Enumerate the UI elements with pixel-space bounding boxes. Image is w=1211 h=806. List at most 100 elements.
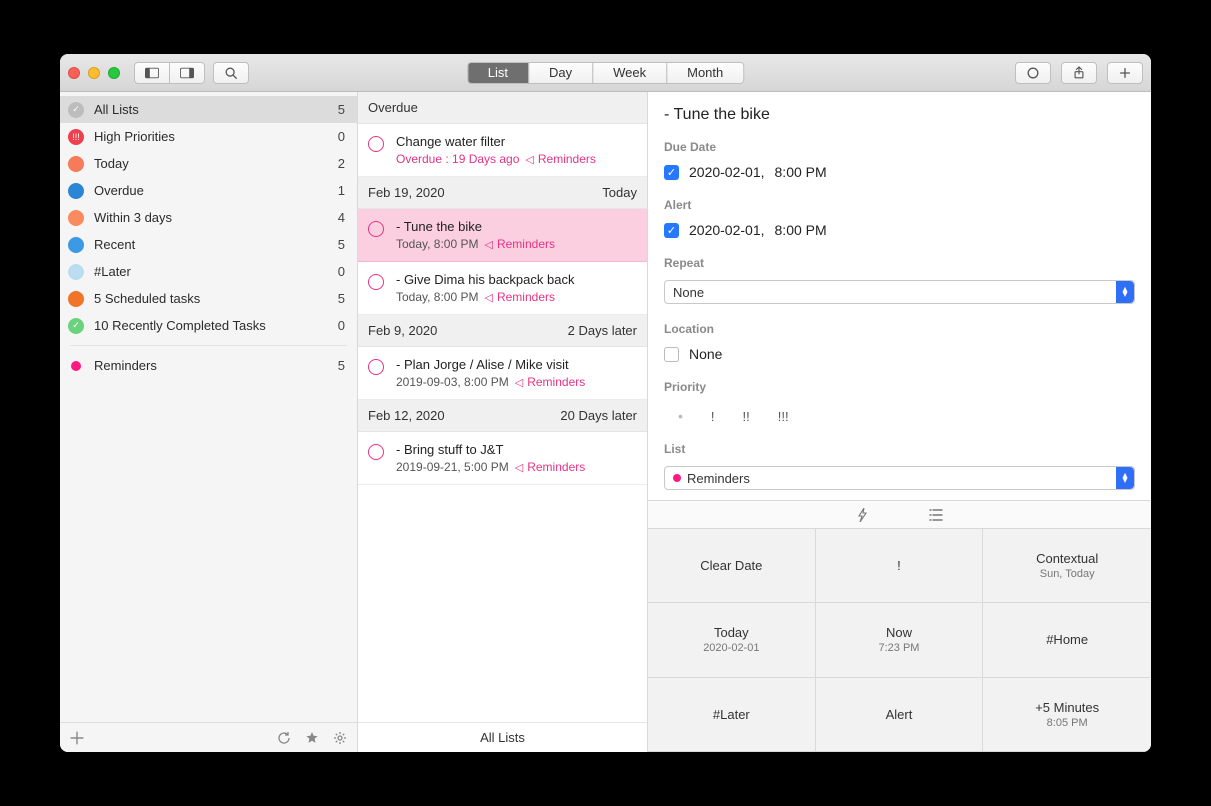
share-button[interactable] bbox=[1061, 62, 1097, 84]
toggle-right-sidebar-button[interactable] bbox=[170, 62, 205, 84]
action-cell[interactable]: #Home bbox=[983, 603, 1151, 677]
priority-high[interactable]: !!! bbox=[778, 409, 789, 424]
action-cell[interactable]: #Later bbox=[648, 678, 816, 752]
sidebar-item[interactable]: #Later0 bbox=[60, 258, 357, 285]
repeat-select[interactable]: None ▴▾ bbox=[664, 280, 1135, 304]
task-row[interactable]: - Bring stuff to J&T2019-09-21, 5:00 PM … bbox=[358, 432, 647, 485]
due-time-value[interactable]: 8:00 PM bbox=[775, 164, 827, 180]
action-label: #Later bbox=[713, 707, 750, 722]
sidebar-divider bbox=[70, 345, 347, 346]
priority-none[interactable]: • bbox=[678, 408, 683, 424]
action-cell[interactable]: ! bbox=[816, 529, 984, 603]
location-checkbox[interactable] bbox=[664, 347, 679, 362]
task-meta: Today, 8:00 PM ◁Reminders bbox=[396, 290, 637, 304]
task-list-footer[interactable]: All Lists bbox=[358, 722, 647, 752]
alert-date-value[interactable]: 2020-02-01, bbox=[689, 222, 765, 238]
sidebar-item[interactable]: Reminders5 bbox=[60, 352, 357, 379]
sidebar-item-label: High Priorities bbox=[94, 129, 328, 144]
task-list-name: Reminders bbox=[497, 237, 555, 251]
location-row: None bbox=[664, 346, 1135, 362]
plus-icon bbox=[1118, 66, 1132, 80]
task-row[interactable]: - Plan Jorge / Alise / Mike visit2019-09… bbox=[358, 347, 647, 400]
sidebar-item[interactable]: Today2 bbox=[60, 150, 357, 177]
task-row[interactable]: - Tune the bikeToday, 8:00 PM ◁Reminders bbox=[358, 209, 647, 262]
add-list-button[interactable] bbox=[70, 731, 84, 745]
view-tab-month[interactable]: Month bbox=[666, 63, 743, 83]
task-list-name: Reminders bbox=[538, 152, 596, 166]
task-list-name: Reminders bbox=[527, 375, 585, 389]
due-date-label: Due Date bbox=[664, 140, 1135, 154]
group-header-left: Feb 9, 2020 bbox=[368, 323, 437, 338]
settings-button[interactable] bbox=[333, 731, 347, 745]
refresh-button[interactable] bbox=[277, 731, 291, 745]
group-header-right: 2 Days later bbox=[568, 323, 637, 338]
detail-title[interactable]: - Tune the bike bbox=[664, 106, 1135, 124]
task-checkbox[interactable] bbox=[368, 359, 384, 375]
zoom-window-button[interactable] bbox=[108, 67, 120, 79]
list-value: Reminders bbox=[687, 471, 750, 486]
action-cell[interactable]: Clear Date bbox=[648, 529, 816, 603]
search-icon bbox=[224, 66, 238, 80]
toggle-left-sidebar-button[interactable] bbox=[134, 62, 170, 84]
due-date-value[interactable]: 2020-02-01, bbox=[689, 164, 765, 180]
priority-med[interactable]: !! bbox=[743, 409, 750, 424]
task-row[interactable]: - Give Dima his backpack backToday, 8:00… bbox=[358, 262, 647, 315]
task-body: - Tune the bikeToday, 8:00 PM ◁Reminders bbox=[396, 219, 637, 251]
task-body: - Give Dima his backpack backToday, 8:00… bbox=[396, 272, 637, 304]
view-tab-list[interactable]: List bbox=[468, 63, 528, 83]
sidebar-item-count: 0 bbox=[338, 318, 345, 333]
action-sub: 2020-02-01 bbox=[703, 642, 759, 654]
task-body: Change water filterOverdue : 19 Days ago… bbox=[396, 134, 637, 166]
toolbar-right bbox=[1015, 62, 1143, 84]
alert-icon: ◁ bbox=[485, 238, 493, 251]
task-list-column: Overdue Change water filterOverdue : 19 D… bbox=[358, 92, 648, 752]
alert-icon: ◁ bbox=[525, 153, 533, 166]
task-meta: 2019-09-21, 5:00 PM ◁Reminders bbox=[396, 460, 637, 474]
sidebar-item[interactable]: !!!High Priorities0 bbox=[60, 123, 357, 150]
action-cell[interactable]: +5 Minutes8:05 PM bbox=[983, 678, 1151, 752]
due-date-checkbox[interactable]: ✓ bbox=[664, 165, 679, 180]
task-checkbox[interactable] bbox=[368, 274, 384, 290]
alert-checkbox[interactable]: ✓ bbox=[664, 223, 679, 238]
action-cell[interactable]: Now7:23 PM bbox=[816, 603, 984, 677]
task-title: - Tune the bike bbox=[396, 219, 637, 234]
priority-low[interactable]: ! bbox=[711, 409, 715, 424]
task-checkbox[interactable] bbox=[368, 136, 384, 152]
sidebar-item[interactable]: Recent5 bbox=[60, 231, 357, 258]
action-label: Alert bbox=[886, 707, 913, 722]
view-tab-week[interactable]: Week bbox=[592, 63, 666, 83]
sidebar-item[interactable]: Overdue1 bbox=[60, 177, 357, 204]
priority-label: Priority bbox=[664, 380, 1135, 394]
sync-button[interactable] bbox=[1015, 62, 1051, 84]
action-cell[interactable]: ContextualSun, Today bbox=[983, 529, 1151, 603]
view-segmented-control: ListDayWeekMonth bbox=[467, 62, 745, 84]
sidebar-item[interactable]: ✓10 Recently Completed Tasks0 bbox=[60, 312, 357, 339]
action-cell[interactable]: Today2020-02-01 bbox=[648, 603, 816, 677]
task-checkbox[interactable] bbox=[368, 221, 384, 237]
close-window-button[interactable] bbox=[68, 67, 80, 79]
minimize-window-button[interactable] bbox=[88, 67, 100, 79]
smartlist-icon: !!! bbox=[68, 129, 84, 145]
alert-time-value[interactable]: 8:00 PM bbox=[775, 222, 827, 238]
quick-actions-tab[interactable] bbox=[857, 508, 869, 522]
search-button[interactable] bbox=[213, 62, 249, 84]
list-color-icon bbox=[68, 358, 84, 374]
sidebar-item[interactable]: 5 Scheduled tasks5 bbox=[60, 285, 357, 312]
sidebar-item-label: Overdue bbox=[94, 183, 328, 198]
group-header-left: Overdue bbox=[368, 100, 418, 115]
action-label: Clear Date bbox=[700, 558, 762, 573]
action-cell[interactable]: Alert bbox=[816, 678, 984, 752]
list-select[interactable]: Reminders ▴▾ bbox=[664, 466, 1135, 490]
group-header-right: 20 Days later bbox=[560, 408, 637, 423]
add-button[interactable] bbox=[1107, 62, 1143, 84]
view-tab-day[interactable]: Day bbox=[528, 63, 592, 83]
sidebar-item[interactable]: ✓All Lists5 bbox=[60, 96, 357, 123]
task-row[interactable]: Change water filterOverdue : 19 Days ago… bbox=[358, 124, 647, 177]
list-color-dot bbox=[673, 474, 681, 482]
sidebar-item[interactable]: Within 3 days4 bbox=[60, 204, 357, 231]
sidebar-list: ✓All Lists5!!!High Priorities0Today2Over… bbox=[60, 92, 357, 722]
favorite-button[interactable] bbox=[305, 731, 319, 745]
action-label: ! bbox=[897, 558, 901, 573]
task-checkbox[interactable] bbox=[368, 444, 384, 460]
list-actions-tab[interactable] bbox=[929, 509, 943, 521]
